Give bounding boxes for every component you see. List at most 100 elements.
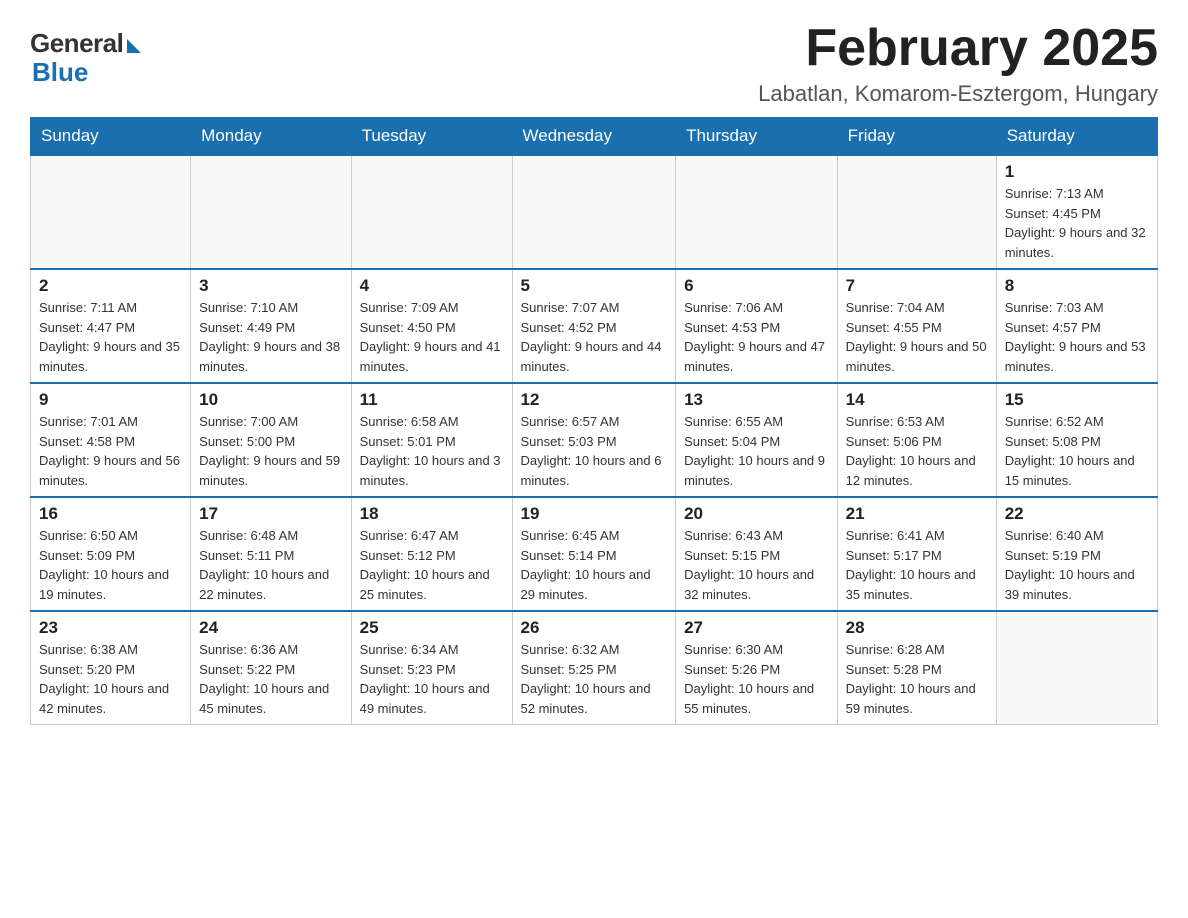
day-number: 17 <box>199 504 342 524</box>
weekday-header-tuesday: Tuesday <box>351 118 512 156</box>
weekday-header-monday: Monday <box>191 118 351 156</box>
calendar-table: SundayMondayTuesdayWednesdayThursdayFrid… <box>30 117 1158 725</box>
logo-triangle-icon <box>127 39 141 53</box>
day-number: 19 <box>521 504 668 524</box>
day-info: Sunrise: 6:43 AMSunset: 5:15 PMDaylight:… <box>684 526 829 604</box>
week-row-2: 2Sunrise: 7:11 AMSunset: 4:47 PMDaylight… <box>31 269 1158 383</box>
day-number: 7 <box>846 276 988 296</box>
day-info: Sunrise: 6:48 AMSunset: 5:11 PMDaylight:… <box>199 526 342 604</box>
calendar-cell-1-3 <box>351 155 512 269</box>
weekday-header-thursday: Thursday <box>676 118 838 156</box>
day-info: Sunrise: 7:11 AMSunset: 4:47 PMDaylight:… <box>39 298 182 376</box>
page-header: General Blue February 2025 Labatlan, Kom… <box>30 20 1158 107</box>
day-info: Sunrise: 7:04 AMSunset: 4:55 PMDaylight:… <box>846 298 988 376</box>
day-number: 16 <box>39 504 182 524</box>
calendar-cell-1-6 <box>837 155 996 269</box>
day-number: 9 <box>39 390 182 410</box>
day-info: Sunrise: 6:28 AMSunset: 5:28 PMDaylight:… <box>846 640 988 718</box>
day-info: Sunrise: 6:53 AMSunset: 5:06 PMDaylight:… <box>846 412 988 490</box>
calendar-cell-2-6: 7Sunrise: 7:04 AMSunset: 4:55 PMDaylight… <box>837 269 996 383</box>
calendar-cell-5-7 <box>996 611 1157 725</box>
calendar-cell-4-4: 19Sunrise: 6:45 AMSunset: 5:14 PMDayligh… <box>512 497 676 611</box>
month-title: February 2025 <box>758 20 1158 77</box>
calendar-cell-5-4: 26Sunrise: 6:32 AMSunset: 5:25 PMDayligh… <box>512 611 676 725</box>
day-info: Sunrise: 7:10 AMSunset: 4:49 PMDaylight:… <box>199 298 342 376</box>
day-number: 13 <box>684 390 829 410</box>
day-number: 27 <box>684 618 829 638</box>
weekday-header-saturday: Saturday <box>996 118 1157 156</box>
calendar-cell-2-1: 2Sunrise: 7:11 AMSunset: 4:47 PMDaylight… <box>31 269 191 383</box>
calendar-cell-3-4: 12Sunrise: 6:57 AMSunset: 5:03 PMDayligh… <box>512 383 676 497</box>
calendar-cell-2-3: 4Sunrise: 7:09 AMSunset: 4:50 PMDaylight… <box>351 269 512 383</box>
calendar-cell-2-4: 5Sunrise: 7:07 AMSunset: 4:52 PMDaylight… <box>512 269 676 383</box>
day-info: Sunrise: 6:47 AMSunset: 5:12 PMDaylight:… <box>360 526 504 604</box>
day-number: 6 <box>684 276 829 296</box>
calendar-cell-5-6: 28Sunrise: 6:28 AMSunset: 5:28 PMDayligh… <box>837 611 996 725</box>
calendar-cell-3-6: 14Sunrise: 6:53 AMSunset: 5:06 PMDayligh… <box>837 383 996 497</box>
week-row-5: 23Sunrise: 6:38 AMSunset: 5:20 PMDayligh… <box>31 611 1158 725</box>
day-info: Sunrise: 6:50 AMSunset: 5:09 PMDaylight:… <box>39 526 182 604</box>
day-number: 1 <box>1005 162 1149 182</box>
calendar-cell-5-3: 25Sunrise: 6:34 AMSunset: 5:23 PMDayligh… <box>351 611 512 725</box>
weekday-header-friday: Friday <box>837 118 996 156</box>
week-row-3: 9Sunrise: 7:01 AMSunset: 4:58 PMDaylight… <box>31 383 1158 497</box>
calendar-cell-4-6: 21Sunrise: 6:41 AMSunset: 5:17 PMDayligh… <box>837 497 996 611</box>
day-number: 23 <box>39 618 182 638</box>
calendar-cell-5-1: 23Sunrise: 6:38 AMSunset: 5:20 PMDayligh… <box>31 611 191 725</box>
calendar-cell-4-1: 16Sunrise: 6:50 AMSunset: 5:09 PMDayligh… <box>31 497 191 611</box>
week-row-4: 16Sunrise: 6:50 AMSunset: 5:09 PMDayligh… <box>31 497 1158 611</box>
day-info: Sunrise: 7:06 AMSunset: 4:53 PMDaylight:… <box>684 298 829 376</box>
calendar-cell-1-7: 1Sunrise: 7:13 AMSunset: 4:45 PMDaylight… <box>996 155 1157 269</box>
day-number: 24 <box>199 618 342 638</box>
day-number: 20 <box>684 504 829 524</box>
location-title: Labatlan, Komarom-Esztergom, Hungary <box>758 81 1158 107</box>
day-info: Sunrise: 6:38 AMSunset: 5:20 PMDaylight:… <box>39 640 182 718</box>
calendar-cell-1-1 <box>31 155 191 269</box>
day-info: Sunrise: 6:34 AMSunset: 5:23 PMDaylight:… <box>360 640 504 718</box>
day-info: Sunrise: 7:09 AMSunset: 4:50 PMDaylight:… <box>360 298 504 376</box>
day-info: Sunrise: 6:45 AMSunset: 5:14 PMDaylight:… <box>521 526 668 604</box>
day-info: Sunrise: 6:58 AMSunset: 5:01 PMDaylight:… <box>360 412 504 490</box>
day-number: 22 <box>1005 504 1149 524</box>
calendar-cell-4-5: 20Sunrise: 6:43 AMSunset: 5:15 PMDayligh… <box>676 497 838 611</box>
week-row-1: 1Sunrise: 7:13 AMSunset: 4:45 PMDaylight… <box>31 155 1158 269</box>
day-number: 8 <box>1005 276 1149 296</box>
day-number: 28 <box>846 618 988 638</box>
day-number: 10 <box>199 390 342 410</box>
day-number: 21 <box>846 504 988 524</box>
title-block: February 2025 Labatlan, Komarom-Esztergo… <box>758 20 1158 107</box>
weekday-header-sunday: Sunday <box>31 118 191 156</box>
day-number: 2 <box>39 276 182 296</box>
day-info: Sunrise: 6:41 AMSunset: 5:17 PMDaylight:… <box>846 526 988 604</box>
logo-blue-text: Blue <box>32 57 88 88</box>
day-info: Sunrise: 7:03 AMSunset: 4:57 PMDaylight:… <box>1005 298 1149 376</box>
calendar-cell-4-3: 18Sunrise: 6:47 AMSunset: 5:12 PMDayligh… <box>351 497 512 611</box>
calendar-cell-3-2: 10Sunrise: 7:00 AMSunset: 5:00 PMDayligh… <box>191 383 351 497</box>
calendar-cell-4-7: 22Sunrise: 6:40 AMSunset: 5:19 PMDayligh… <box>996 497 1157 611</box>
calendar-cell-5-5: 27Sunrise: 6:30 AMSunset: 5:26 PMDayligh… <box>676 611 838 725</box>
day-info: Sunrise: 6:32 AMSunset: 5:25 PMDaylight:… <box>521 640 668 718</box>
day-number: 25 <box>360 618 504 638</box>
calendar-cell-2-7: 8Sunrise: 7:03 AMSunset: 4:57 PMDaylight… <box>996 269 1157 383</box>
day-number: 4 <box>360 276 504 296</box>
logo-general-text: General <box>30 28 123 59</box>
day-info: Sunrise: 7:13 AMSunset: 4:45 PMDaylight:… <box>1005 184 1149 262</box>
day-info: Sunrise: 6:40 AMSunset: 5:19 PMDaylight:… <box>1005 526 1149 604</box>
day-number: 12 <box>521 390 668 410</box>
day-info: Sunrise: 7:01 AMSunset: 4:58 PMDaylight:… <box>39 412 182 490</box>
calendar-cell-3-7: 15Sunrise: 6:52 AMSunset: 5:08 PMDayligh… <box>996 383 1157 497</box>
day-info: Sunrise: 6:30 AMSunset: 5:26 PMDaylight:… <box>684 640 829 718</box>
day-number: 5 <box>521 276 668 296</box>
day-info: Sunrise: 6:36 AMSunset: 5:22 PMDaylight:… <box>199 640 342 718</box>
calendar-cell-3-1: 9Sunrise: 7:01 AMSunset: 4:58 PMDaylight… <box>31 383 191 497</box>
calendar-cell-2-5: 6Sunrise: 7:06 AMSunset: 4:53 PMDaylight… <box>676 269 838 383</box>
day-number: 3 <box>199 276 342 296</box>
day-info: Sunrise: 6:52 AMSunset: 5:08 PMDaylight:… <box>1005 412 1149 490</box>
calendar-cell-4-2: 17Sunrise: 6:48 AMSunset: 5:11 PMDayligh… <box>191 497 351 611</box>
day-info: Sunrise: 7:07 AMSunset: 4:52 PMDaylight:… <box>521 298 668 376</box>
weekday-header-row: SundayMondayTuesdayWednesdayThursdayFrid… <box>31 118 1158 156</box>
day-info: Sunrise: 6:55 AMSunset: 5:04 PMDaylight:… <box>684 412 829 490</box>
calendar-cell-1-5 <box>676 155 838 269</box>
day-info: Sunrise: 7:00 AMSunset: 5:00 PMDaylight:… <box>199 412 342 490</box>
day-number: 11 <box>360 390 504 410</box>
